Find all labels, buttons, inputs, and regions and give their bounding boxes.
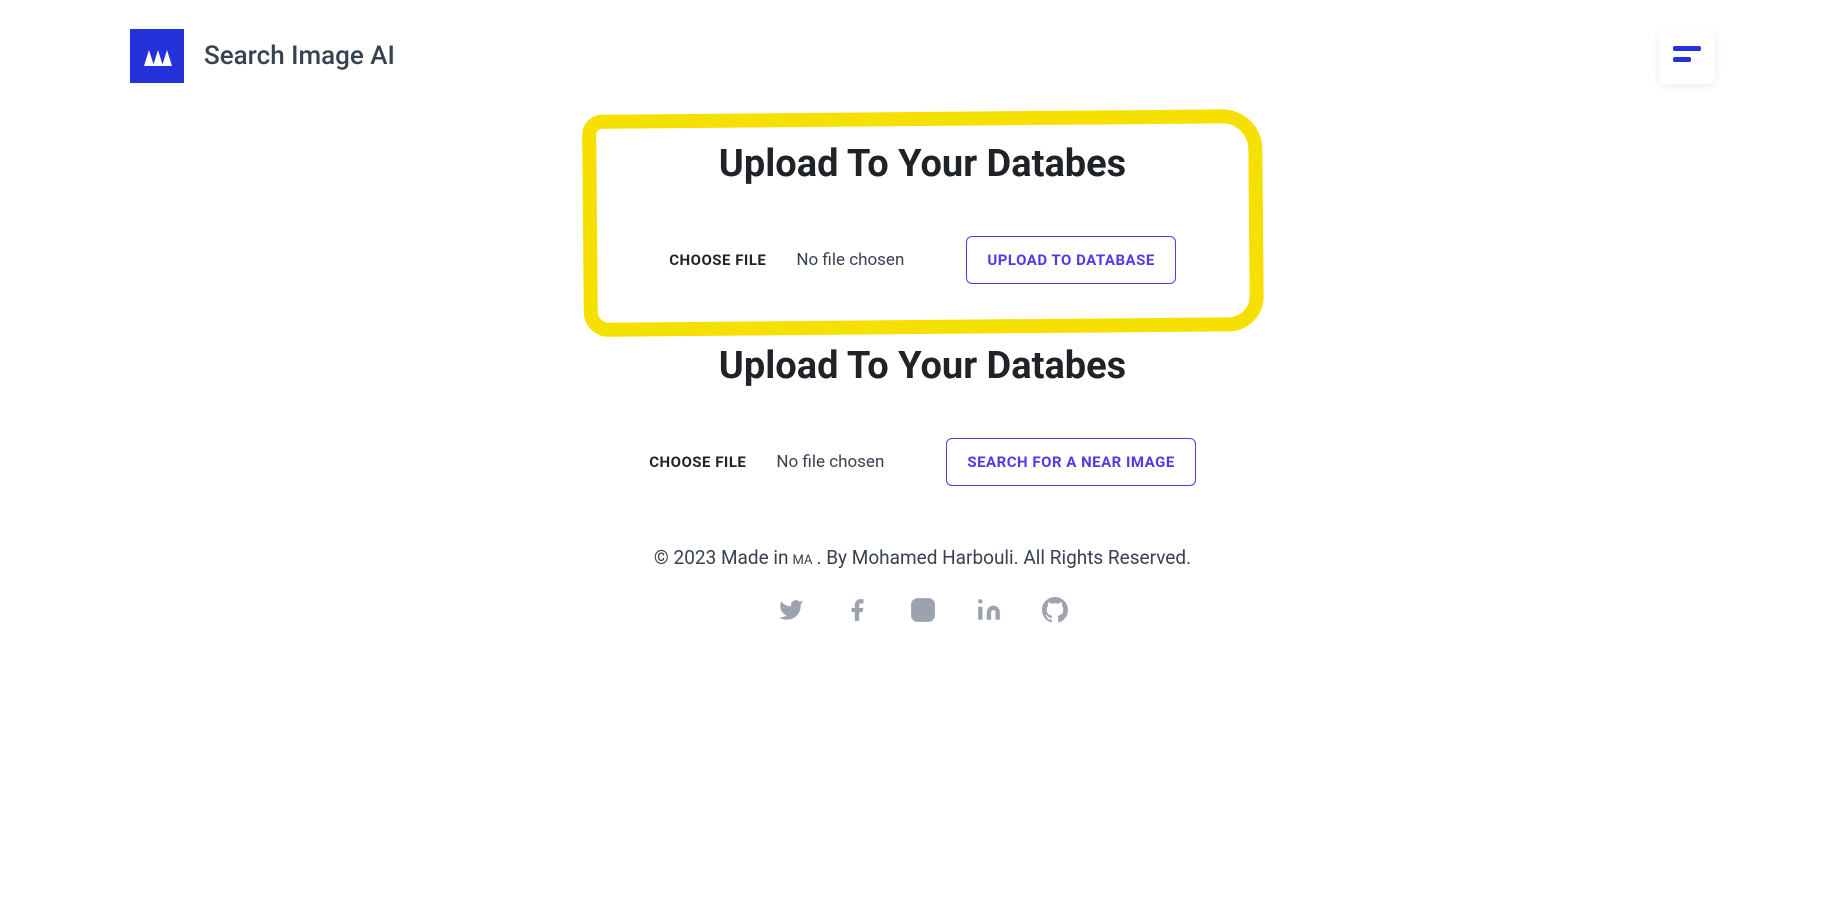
brand-container: Search Image AI bbox=[130, 29, 395, 83]
footer-country: MA bbox=[793, 553, 813, 568]
upload-to-database-button[interactable]: UPLOAD TO DATABASE bbox=[966, 236, 1175, 284]
linkedin-icon[interactable] bbox=[976, 597, 1002, 623]
search-file-row: CHOOSE FILE No file chosen SEARCH FOR A … bbox=[613, 438, 1233, 486]
footer-suffix: . By Mohamed Harbouli. All Rights Reserv… bbox=[816, 546, 1191, 569]
search-section-title: Upload To Your Databes bbox=[719, 344, 1126, 388]
footer-copyright: © 2023 Made in MA . By Mohamed Harbouli.… bbox=[654, 546, 1191, 569]
upload-db-section: Upload To Your Databes CHOOSE FILE No fi… bbox=[623, 112, 1223, 334]
instagram-icon[interactable] bbox=[910, 597, 936, 623]
upload-db-file-row: CHOOSE FILE No file chosen UPLOAD TO DAT… bbox=[623, 236, 1223, 284]
logo-icon[interactable] bbox=[130, 29, 184, 83]
app-title: Search Image AI bbox=[204, 41, 395, 71]
footer: © 2023 Made in MA . By Mohamed Harbouli.… bbox=[654, 546, 1191, 623]
footer-prefix: © 2023 Made in bbox=[654, 546, 789, 569]
menu-icon bbox=[1673, 44, 1701, 68]
github-icon[interactable] bbox=[1042, 597, 1068, 623]
social-links bbox=[778, 597, 1068, 623]
main-content: Upload To Your Databes CHOOSE FILE No fi… bbox=[0, 112, 1845, 623]
search-section: Upload To Your Databes CHOOSE FILE No fi… bbox=[613, 344, 1233, 536]
choose-file-label-2[interactable]: CHOOSE FILE bbox=[649, 453, 746, 471]
twitter-icon[interactable] bbox=[778, 597, 804, 623]
search-near-image-button[interactable]: SEARCH FOR A NEAR IMAGE bbox=[946, 438, 1195, 486]
menu-button[interactable] bbox=[1659, 28, 1715, 84]
file-status-1: No file chosen bbox=[796, 250, 936, 270]
file-status-2: No file chosen bbox=[776, 452, 916, 472]
upload-db-title: Upload To Your Databes bbox=[719, 142, 1126, 186]
facebook-icon[interactable] bbox=[844, 597, 870, 623]
choose-file-label-1[interactable]: CHOOSE FILE bbox=[669, 251, 766, 269]
app-header: Search Image AI bbox=[0, 0, 1845, 112]
